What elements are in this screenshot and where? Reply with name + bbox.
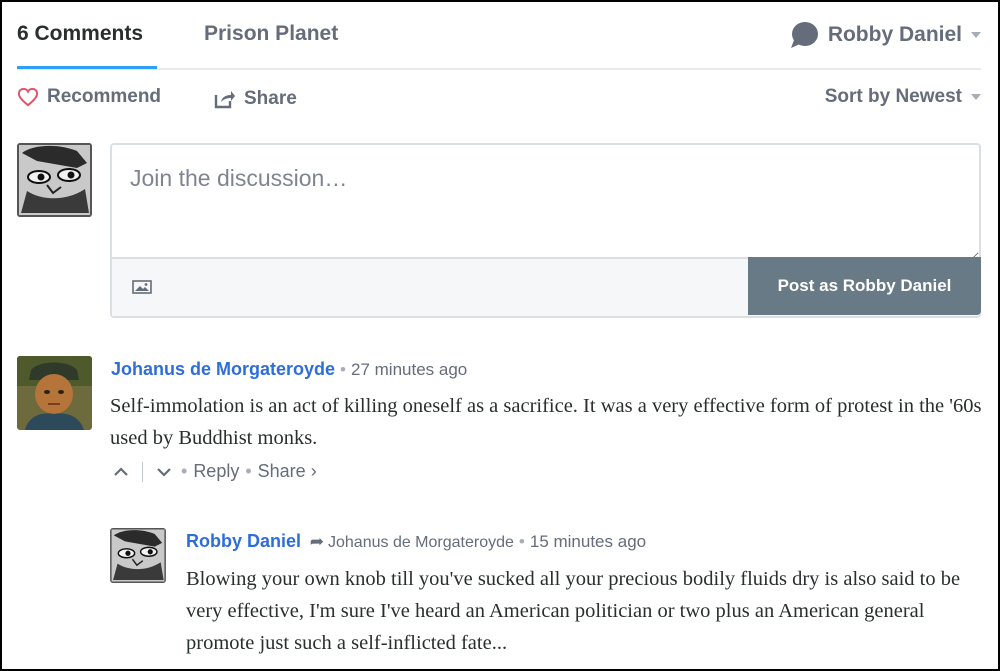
sort-label: Sort by Newest [824, 86, 962, 107]
share-label: Share [244, 88, 297, 109]
tab-site[interactable]: Prison Planet [204, 22, 338, 46]
comment-author[interactable]: Robby Daniel [186, 531, 301, 551]
separator-dot: • [181, 461, 188, 481]
composer-toolbar: Post as Robby Daniel [112, 257, 981, 316]
sort-dropdown[interactable]: Sort by Newest [825, 86, 981, 108]
chevron-down-icon [971, 94, 981, 100]
avatar[interactable] [17, 143, 92, 217]
recommend-label: Recommend [47, 86, 162, 107]
comment-header: Johanus de Morgateroyde • 27 minutes ago [111, 359, 467, 380]
user-name: Robby Daniel [827, 23, 962, 46]
vote-divider [142, 461, 143, 482]
post-button[interactable]: Post as Robby Daniel [748, 257, 981, 315]
comment-actions: • Reply • Share › [110, 461, 317, 482]
action-bar: Recommend Share Sort by Newest [17, 86, 981, 116]
chevron-up-icon[interactable] [110, 462, 132, 482]
avatar[interactable] [17, 356, 92, 430]
separator-dot: • [245, 461, 252, 481]
discussion-nav: 6 Comments Prison Planet Robby Daniel [17, 0, 981, 70]
comment-header: Robby Daniel ➦ Johanus de Morgateroyde • 15… [186, 531, 646, 552]
separator-dot: • [518, 532, 525, 551]
active-tab-indicator [17, 66, 157, 69]
comment-body: Blowing your own knob till you've sucked… [186, 568, 961, 654]
image-icon[interactable] [132, 279, 152, 295]
separator-dot: • [340, 360, 346, 379]
comment-timestamp[interactable]: 27 minutes ago [351, 360, 467, 379]
tab-comments[interactable]: 6 Comments [17, 22, 143, 46]
share-button[interactable]: Share [214, 88, 297, 110]
chevron-down-icon [971, 32, 981, 38]
reply-link[interactable]: Reply [193, 461, 239, 482]
reply-to-author[interactable]: Johanus de Morgateroyde [328, 534, 514, 551]
user-menu[interactable]: Robby Daniel [790, 20, 981, 50]
chevron-down-icon[interactable] [153, 462, 175, 482]
comment-author[interactable]: Johanus de Morgateroyde [111, 359, 335, 379]
share-arrow-icon [214, 89, 244, 109]
recommend-button[interactable]: Recommend [17, 86, 161, 108]
reply-arrow-icon: ➦ [309, 532, 324, 551]
comment-input[interactable] [112, 145, 979, 261]
comment-timestamp[interactable]: 15 minutes ago [530, 532, 646, 551]
speech-bubble-icon [790, 22, 818, 48]
comment-body: Self-immolation is an act of killing one… [110, 395, 982, 449]
share-link[interactable]: Share › [258, 461, 317, 482]
heart-outline-icon [17, 87, 47, 107]
avatar[interactable] [110, 528, 166, 583]
comment-composer: Post as Robby Daniel [110, 143, 981, 318]
